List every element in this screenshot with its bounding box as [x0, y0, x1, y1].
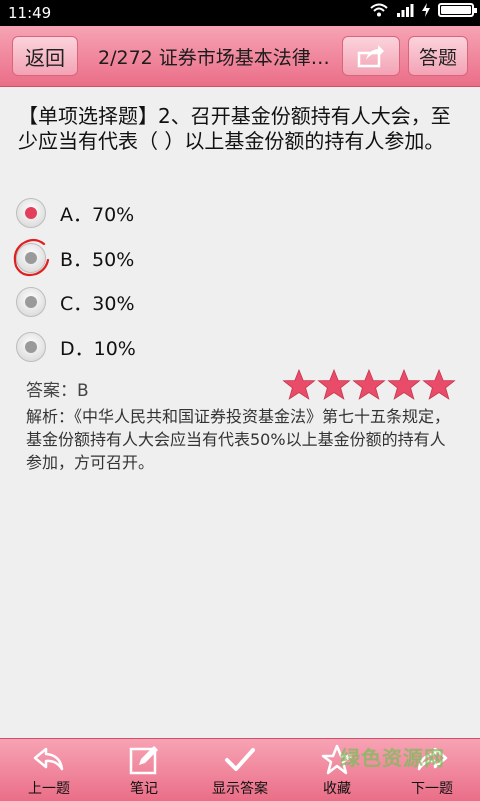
option-d-label: D．10% — [60, 337, 136, 360]
header-bar: 返回 2/272 证券市场基本法律法规 答题 — [0, 26, 480, 87]
show-answer-label: 显示答案 — [212, 781, 268, 797]
rating-star-icon — [422, 368, 456, 400]
option-c-label: C．30% — [60, 292, 135, 315]
show-answer-button[interactable]: 显示答案 — [200, 739, 280, 801]
charging-icon — [422, 3, 430, 17]
share-button[interactable] — [342, 36, 400, 76]
rating-star-icon — [387, 368, 421, 400]
next-question-label: 下一题 — [411, 781, 453, 797]
option-c[interactable]: C．30% — [16, 284, 316, 320]
battery-icon — [438, 3, 477, 17]
rating-star-icon — [317, 368, 351, 400]
prev-question-label: 上一题 — [28, 781, 70, 797]
favorite-label: 收藏 — [323, 781, 351, 797]
status-bar: 11:49 — [0, 0, 480, 26]
analysis-text: 解析：《中华人民共和国证券投资基金法》第七十五条规定，基金份额持有人大会应当有代… — [26, 407, 451, 472]
notes-label: 笔记 — [130, 781, 158, 797]
wifi-icon — [370, 3, 388, 17]
rating-star-icon — [352, 368, 386, 400]
notes-button[interactable]: 笔记 — [115, 739, 173, 801]
checkmark-icon — [225, 748, 255, 771]
question-text: 【单项选择题】2、召开基金份额持有人大会，至少应当有代表（ ）以上基金份额的持有… — [18, 104, 451, 153]
share-icon — [357, 45, 384, 68]
option-a[interactable]: A．70% — [16, 195, 316, 231]
back-arrow-icon — [33, 747, 64, 771]
option-a-label: A．70% — [60, 203, 135, 226]
back-button[interactable]: 返回 — [12, 36, 78, 76]
radio-c[interactable] — [16, 287, 46, 317]
watermark-text: 绿色资源网 — [340, 746, 445, 770]
answer-text: 答案：B — [26, 381, 89, 401]
status-icons — [370, 3, 477, 17]
prev-question-button[interactable]: 上一题 — [20, 739, 78, 801]
rating-star-icon — [282, 368, 316, 400]
radio-d[interactable] — [16, 332, 46, 362]
option-b-label: B．50% — [60, 248, 135, 271]
note-edit-icon — [129, 746, 158, 775]
difficulty-rating — [282, 368, 456, 402]
option-b[interactable]: B．50% — [13, 238, 316, 277]
page-title: 2/272 证券市场基本法律法规 — [98, 47, 333, 69]
status-time: 11:49 — [8, 4, 52, 22]
signal-icon — [397, 4, 414, 17]
radio-a[interactable] — [16, 198, 46, 228]
radio-b[interactable] — [13, 238, 50, 277]
answer-mode-button[interactable]: 答题 — [408, 36, 468, 76]
option-d[interactable]: D．10% — [16, 329, 316, 365]
